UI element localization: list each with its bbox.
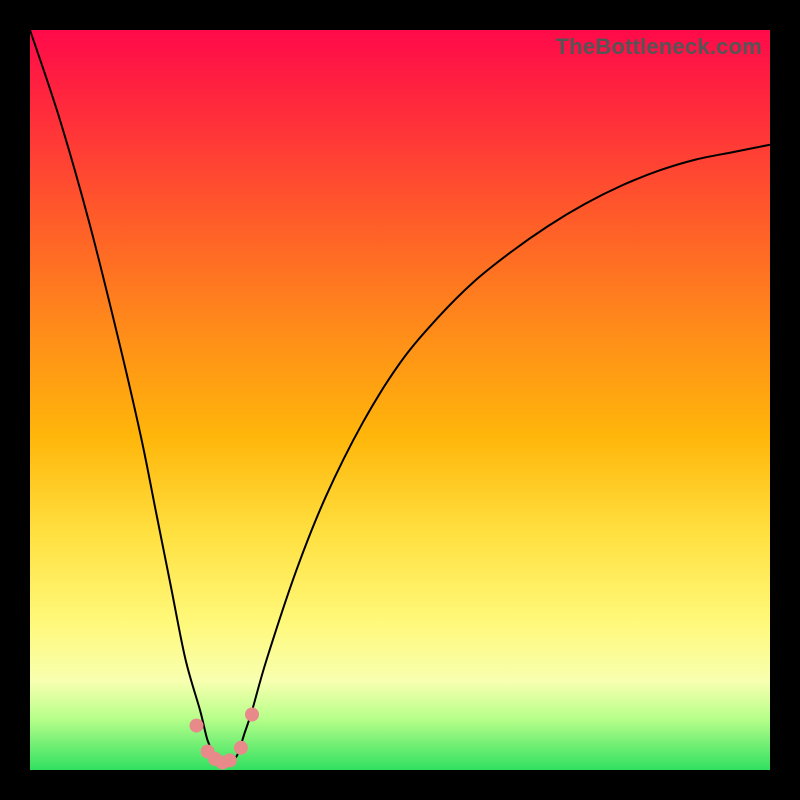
chart-svg [30,30,770,770]
chart-frame: TheBottleneck.com [0,0,800,800]
curve-marker [190,719,204,733]
curve-marker [223,753,237,767]
curve-marker [234,741,248,755]
marker-group [190,708,260,770]
plot-area: TheBottleneck.com [30,30,770,770]
bottleneck-curve [30,30,770,764]
curve-marker [245,708,259,722]
